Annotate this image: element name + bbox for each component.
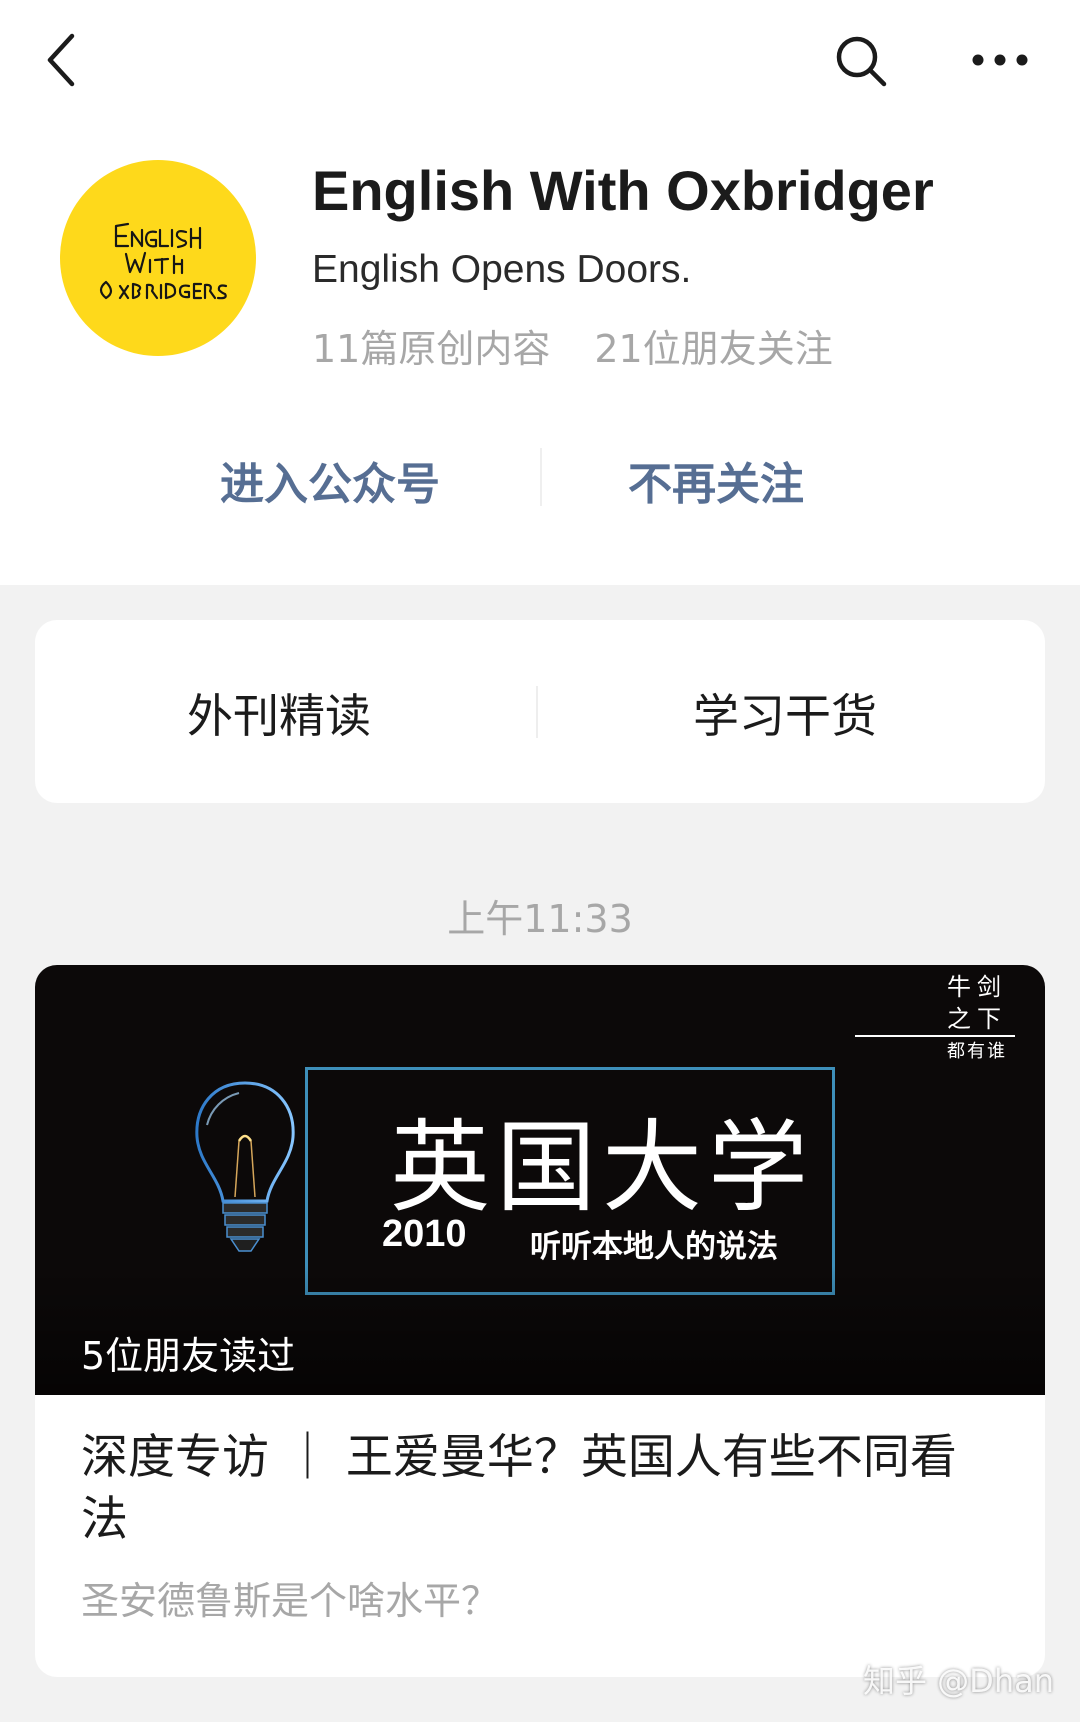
avatar-logo <box>99 222 228 300</box>
action-divider <box>540 448 542 506</box>
enter-account-button[interactable]: 进入公众号 <box>220 448 440 512</box>
account-stats: 11篇原创内容 21位朋友关注 <box>312 318 833 373</box>
menu-divider <box>536 686 538 738</box>
more-horizontal-icon <box>972 54 1028 66</box>
cover-badge-line2: 之下 <box>947 1005 1007 1033</box>
account-menu: 外刊精读 学习干货 <box>35 620 1045 803</box>
cover-badge-line1: 牛剑 <box>947 973 1007 1001</box>
back-button[interactable] <box>40 30 90 90</box>
search-icon <box>836 36 887 87</box>
article-digest: 圣安德鲁斯是个啥水平？ <box>81 1579 500 1623</box>
menu-item-foreign-readings[interactable]: 外刊精读 <box>187 680 371 746</box>
article-title[interactable]: 深度专访 ｜ 王爱曼华？英国人有些不同看法 <box>81 1427 1001 1551</box>
cover-subtitle: 听听本地人的说法 <box>530 1229 778 1265</box>
cover-title: 英国大学 <box>390 1109 814 1226</box>
account-profile: English With Oxbridger English Opens Doo… <box>0 0 1080 585</box>
cover-badge-line3: 都有谁 <box>947 1041 1007 1062</box>
account-avatar[interactable] <box>60 160 256 356</box>
original-count: 11篇原创内容 <box>312 327 551 371</box>
zhihu-watermark: 知乎 @Dhan <box>863 1662 1054 1700</box>
cover-badge-rule <box>855 1035 1015 1037</box>
account-name: English With Oxbridger <box>312 159 934 222</box>
lightbulb-icon <box>195 1081 295 1252</box>
article-cover: 牛剑 之下 都有谁 英国大学 2010 听听本地人的说法 5位朋友读过 <box>35 965 1045 1395</box>
unfollow-button[interactable]: 不再关注 <box>628 448 804 512</box>
more-options-button[interactable] <box>968 40 1032 80</box>
friends-following-count[interactable]: 21位朋友关注 <box>594 327 832 371</box>
message-timestamp: 上午11:33 <box>447 897 633 941</box>
search-button[interactable] <box>832 32 890 90</box>
article-card[interactable]: 牛剑 之下 都有谁 英国大学 2010 听听本地人的说法 5位朋友读过 深度专访… <box>35 965 1045 1677</box>
friends-read-count: 5位朋友读过 <box>81 1334 296 1378</box>
chevron-left-icon <box>47 33 75 87</box>
cover-year: 2010 <box>382 1213 467 1255</box>
cover-badge: 牛剑 之下 都有谁 <box>835 971 1015 1063</box>
account-slogan: English Opens Doors. <box>312 248 692 291</box>
menu-item-study-tips[interactable]: 学习干货 <box>693 680 877 746</box>
